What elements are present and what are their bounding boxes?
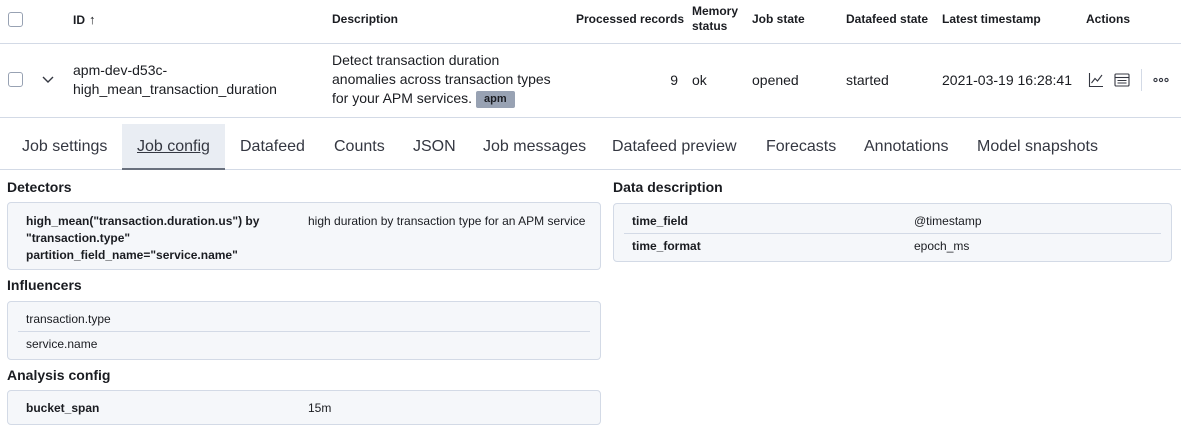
detectors-panel: high_mean("transaction.duration.us") by …: [7, 202, 601, 270]
data-description-panel: time_field @timestamp time_format epoch_…: [613, 203, 1172, 262]
list-item: service.name: [18, 333, 590, 357]
processed-records-cell: 9: [670, 72, 678, 88]
data-description-title: Data description: [613, 179, 723, 195]
anomaly-explorer-icon[interactable]: [1088, 72, 1104, 88]
actions-column-header: Actions: [1086, 12, 1131, 26]
more-actions-icon[interactable]: [1153, 72, 1169, 88]
influencer-transaction-type: transaction.type: [26, 312, 111, 326]
arrow-up-icon: ↑: [89, 12, 96, 27]
tab-forecasts[interactable]: Forecasts: [751, 124, 851, 170]
time-format-key: time_format: [632, 239, 701, 253]
job-details-tabs: Job settings Job config Datafeed Counts …: [0, 124, 1181, 170]
detector-function-line-2: "transaction.type": [26, 231, 131, 245]
chevron-down-icon[interactable]: [40, 71, 56, 87]
processed-records-column-header[interactable]: Processed records: [576, 12, 684, 27]
datafeed-state-cell: started: [846, 72, 889, 88]
tab-json[interactable]: JSON: [398, 124, 471, 170]
tab-job-settings[interactable]: Job settings: [7, 124, 122, 170]
influencers-title: Influencers: [7, 277, 82, 293]
analysis-config-title: Analysis config: [7, 367, 111, 383]
tab-datafeed-preview[interactable]: Datafeed preview: [597, 124, 752, 170]
tab-annotations[interactable]: Annotations: [849, 124, 964, 170]
description-line-1: Detect transaction duration: [332, 52, 500, 68]
time-field-key: time_field: [632, 214, 689, 228]
influencer-service-name: service.name: [26, 337, 98, 351]
time-field-row: time_field @timestamp: [624, 210, 1161, 234]
tab-job-messages[interactable]: Job messages: [468, 124, 601, 170]
job-id-cell: apm-dev-d53c- high_mean_transaction_dura…: [73, 61, 277, 99]
id-header-label: ID: [73, 13, 85, 27]
detectors-title: Detectors: [7, 179, 72, 195]
detector-description: high duration by transaction type for an…: [308, 214, 586, 228]
job-state-column-header[interactable]: Job state: [752, 12, 805, 27]
job-id-line-1: apm-dev-d53c-: [73, 62, 168, 78]
bucket-span-value: 15m: [308, 401, 332, 415]
description-line-3: for your APM services.: [332, 90, 473, 106]
tab-counts[interactable]: Counts: [319, 124, 400, 170]
time-format-row: time_format epoch_ms: [624, 235, 1161, 259]
id-column-header[interactable]: ID ↑: [73, 12, 96, 28]
single-metric-viewer-icon[interactable]: [1114, 72, 1130, 88]
tab-datafeed[interactable]: Datafeed: [225, 124, 320, 170]
row-select-checkbox[interactable]: [8, 72, 23, 87]
select-all-checkbox[interactable]: [8, 12, 23, 27]
latest-timestamp-column-header[interactable]: Latest timestamp: [942, 12, 1041, 27]
bucket-span-row: bucket_span 15m: [18, 399, 590, 419]
jobs-table-header: ID ↑ Description Processed records Memory…: [0, 0, 1181, 44]
analysis-config-panel: bucket_span 15m: [7, 390, 601, 425]
actions-divider: [1141, 69, 1142, 91]
latest-timestamp-cell: 2021-03-19 16:28:41: [942, 72, 1072, 88]
table-row: apm-dev-d53c- high_mean_transaction_dura…: [0, 44, 1181, 118]
tab-job-config[interactable]: Job config: [122, 124, 225, 170]
bucket-span-key: bucket_span: [26, 401, 100, 415]
job-state-cell: opened: [752, 72, 799, 88]
detector-row: high_mean("transaction.duration.us") by …: [18, 211, 590, 265]
job-id-line-2: high_mean_transaction_duration: [73, 81, 277, 97]
description-column-header: Description: [332, 12, 399, 26]
detector-function-line-3: partition_field_name="service.name": [26, 248, 238, 262]
influencers-panel: transaction.type service.name: [7, 301, 601, 360]
memory-status-column-header[interactable]: Memory status: [692, 4, 742, 34]
time-format-value: epoch_ms: [914, 239, 970, 253]
time-field-value: @timestamp: [914, 214, 982, 228]
description-line-2: anomalies across transaction types: [332, 71, 551, 87]
group-badge[interactable]: apm: [476, 91, 515, 108]
detector-function-line-1: high_mean("transaction.duration.us") by: [26, 214, 260, 228]
list-item: transaction.type: [18, 308, 590, 332]
tab-model-snapshots[interactable]: Model snapshots: [962, 124, 1113, 170]
description-cell: Detect transaction duration anomalies ac…: [332, 51, 551, 108]
detector-function: high_mean("transaction.duration.us") by …: [26, 213, 259, 264]
datafeed-state-column-header[interactable]: Datafeed state: [846, 12, 928, 27]
memory-status-cell: ok: [692, 72, 707, 88]
